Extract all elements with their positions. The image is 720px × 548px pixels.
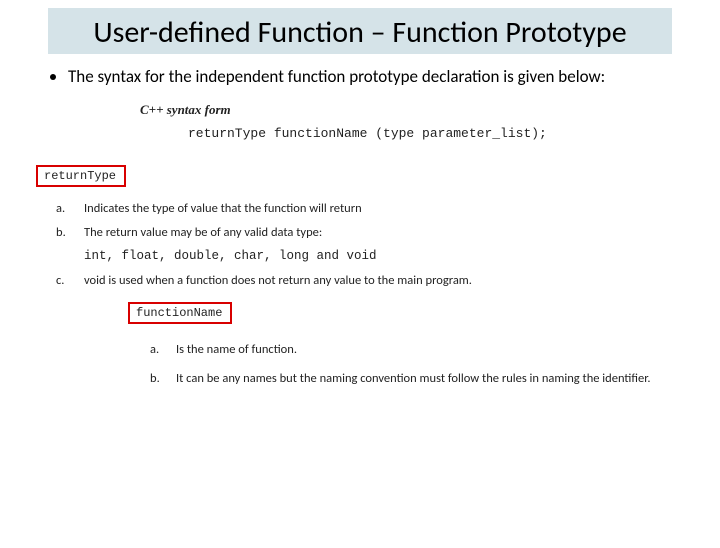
bullet-row: The syntax for the independent function …	[50, 66, 720, 89]
bullet-text: The syntax for the independent function …	[68, 66, 605, 89]
functionname-list: a. Is the name of function. b. It can be…	[150, 336, 720, 394]
list-item: a. Indicates the type of value that the …	[56, 197, 720, 221]
list-item: c. void is used when a function does not…	[56, 269, 720, 293]
list-text: The return value may be of any valid dat…	[84, 221, 322, 245]
type-list-mono: int, float, double, char, long and void	[84, 245, 720, 269]
bullet-dot-icon	[50, 74, 56, 80]
list-item: a. Is the name of function.	[150, 336, 720, 365]
syntax-section: C++ syntax form returnType functionName …	[140, 102, 720, 141]
list-item: b. It can be any names but the naming co…	[150, 365, 720, 394]
returntype-list: a. Indicates the type of value that the …	[56, 197, 720, 292]
list-label: b.	[150, 365, 176, 394]
list-text: It can be any names but the naming conve…	[176, 365, 650, 394]
list-item: b. The return value may be of any valid …	[56, 221, 720, 245]
list-label: b.	[56, 221, 84, 245]
syntax-label: C++ syntax form	[140, 102, 720, 118]
list-label: c.	[56, 269, 84, 293]
slide-title: User-defined Function – Function Prototy…	[48, 14, 672, 52]
highlight-box-functionname: functionName	[128, 302, 232, 324]
list-label: a.	[150, 336, 176, 365]
syntax-line: returnType functionName (type parameter_…	[188, 126, 720, 141]
list-text: Indicates the type of value that the fun…	[84, 197, 362, 221]
list-label: a.	[56, 197, 84, 221]
list-text: Is the name of function.	[176, 336, 297, 365]
slide-title-box: User-defined Function – Function Prototy…	[48, 8, 672, 54]
highlight-box-returntype: returnType	[36, 165, 126, 187]
list-text: void is used when a function does not re…	[84, 269, 472, 293]
